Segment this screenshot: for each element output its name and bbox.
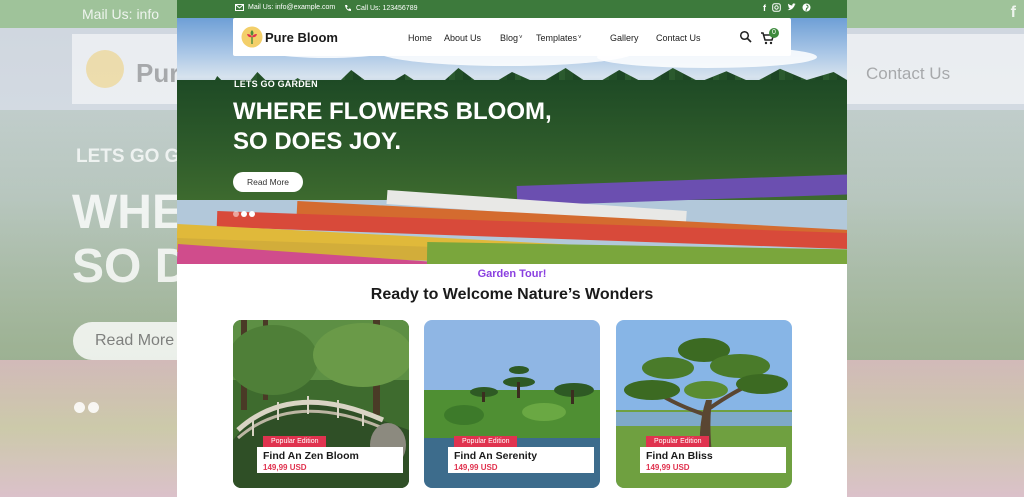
- read-more-button[interactable]: Read More: [233, 172, 303, 192]
- twitter-icon[interactable]: [787, 3, 796, 12]
- card-title[interactable]: Find An Serenity: [454, 450, 594, 462]
- nav-blog-label: Blog: [500, 33, 519, 43]
- hero-subtitle: LETS GO GARDEN: [234, 79, 318, 89]
- hero-title: WHERE FLOWERS BLOOM, SO DOES JOY.: [233, 97, 593, 157]
- card-price: 149,99 USD: [454, 463, 498, 472]
- background-logo-icon: [86, 50, 124, 88]
- nav-templates[interactable]: Templates˅: [536, 33, 582, 43]
- popular-badge: Popular Edition: [263, 436, 327, 447]
- nav-gallery[interactable]: Gallery: [610, 33, 639, 43]
- hero-title-line2: SO DOES JOY.: [233, 128, 402, 155]
- hero-title-line1: WHERE FLOWERS BLOOM,: [233, 98, 552, 125]
- site-header: Pure Bloom Home About Us Blog˅ Templates…: [233, 18, 791, 56]
- topbar-mail-text: Mail Us: info@example.com: [248, 4, 336, 11]
- card-price: 149,99 USD: [263, 463, 307, 472]
- background-slider-dots: [74, 400, 102, 418]
- pinterest-icon[interactable]: [802, 3, 811, 12]
- card-title[interactable]: Find An Zen Bloom: [263, 450, 403, 462]
- search-icon[interactable]: [739, 30, 753, 44]
- slider-dot-active[interactable]: [241, 211, 247, 217]
- cart-count-badge: 0: [769, 28, 779, 38]
- nav-about-us[interactable]: About Us: [444, 33, 481, 43]
- brand-logo-icon[interactable]: [241, 26, 263, 48]
- popular-badge: Popular Edition: [454, 436, 518, 447]
- section-kicker: Garden Tour!: [477, 268, 547, 280]
- topbar-mail[interactable]: Mail Us: info@example.com: [235, 4, 335, 11]
- background-dot: [74, 402, 85, 413]
- brand-name[interactable]: Pure Bloom: [265, 30, 338, 45]
- facebook-icon[interactable]: f: [763, 3, 766, 13]
- background-brand: Pur: [136, 58, 180, 88]
- phone-icon: [345, 5, 351, 12]
- card-info: Find An Bliss 149,99 USD: [640, 447, 786, 473]
- background-hero-title: WHE SO D: [72, 186, 189, 294]
- card-price: 149,99 USD: [646, 463, 690, 472]
- nav-templates-label: Templates: [536, 33, 578, 43]
- nav-home[interactable]: Home: [408, 33, 432, 43]
- chevron-down-icon: ˅: [578, 35, 582, 41]
- popular-badge: Popular Edition: [646, 436, 710, 447]
- card-info: Find An Serenity 149,99 USD: [448, 447, 594, 473]
- product-card[interactable]: Popular Edition Find An Serenity 149,99 …: [424, 320, 600, 488]
- chevron-down-icon: ˅: [519, 35, 523, 41]
- card-title[interactable]: Find An Bliss: [646, 450, 786, 462]
- nav-blog[interactable]: Blog˅: [500, 33, 523, 43]
- product-card[interactable]: Popular Edition Find An Bliss 149,99 USD: [616, 320, 792, 488]
- background-hero-subtitle: LETS GO G: [76, 146, 180, 167]
- slider-dot[interactable]: [249, 211, 255, 217]
- slider-dot[interactable]: [233, 211, 239, 217]
- card-info: Find An Zen Bloom 149,99 USD: [257, 447, 403, 473]
- topbar-call[interactable]: Call Us: 123456789: [344, 4, 418, 12]
- background-hero-title-line2: SO D: [72, 240, 190, 293]
- section-title: Ready to Welcome Nature’s Wonders: [370, 286, 654, 303]
- nav-contact-us[interactable]: Contact Us: [656, 33, 701, 43]
- topbar-call-text: Call Us: 123456789: [356, 4, 418, 12]
- background-contact: Contact Us: [866, 64, 951, 83]
- instagram-icon[interactable]: [772, 3, 781, 12]
- product-card[interactable]: Popular Edition Find An Zen Bloom 149,99…: [233, 320, 409, 488]
- background-facebook-icon: f: [1010, 4, 1016, 21]
- page: Mail Us: info@example.com Call Us: 12345…: [177, 0, 847, 497]
- background-mail-text: Mail Us: info: [82, 6, 160, 22]
- social-links: f: [763, 3, 811, 13]
- topbar: Mail Us: info@example.com Call Us: 12345…: [177, 0, 847, 18]
- background-hero-title-line1: WHE: [72, 186, 184, 239]
- slider-dots: [233, 211, 255, 217]
- background-dot: [88, 402, 99, 413]
- mail-icon: [235, 4, 244, 11]
